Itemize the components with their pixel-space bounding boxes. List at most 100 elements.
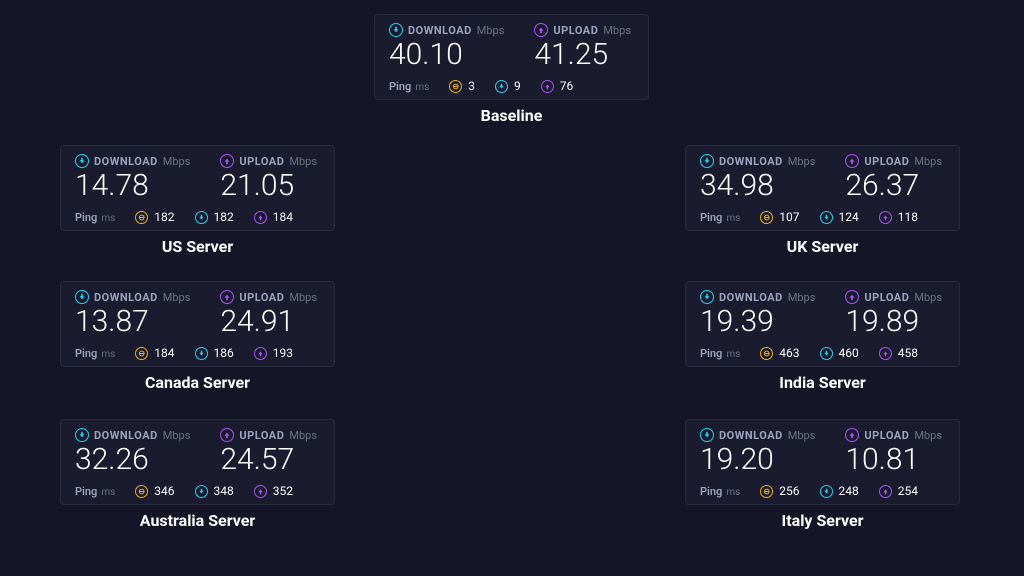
ping-value-3: 184	[273, 210, 293, 224]
ping-item-2: 348	[195, 484, 234, 498]
speed-card-uk: DOWNLOAD Mbps 34.98 UPLOAD Mbps 26.37 Pi…	[685, 145, 960, 231]
ping-value-2: 9	[514, 79, 521, 93]
download-label-text: DOWNLOAD	[719, 155, 783, 168]
ping-item-2: 182	[195, 210, 234, 224]
ping-unit: ms	[726, 213, 740, 224]
upload-label-row: UPLOAD Mbps	[845, 428, 945, 442]
download-ping-icon	[195, 211, 208, 224]
ping-item-3: 184	[254, 210, 293, 224]
upload-ping-icon	[879, 485, 892, 498]
ping-value-3: 458	[898, 346, 918, 360]
upload-label-text: UPLOAD	[864, 291, 909, 304]
upload-metric: UPLOAD Mbps 24.57	[220, 428, 320, 478]
download-label-row: DOWNLOAD Mbps	[389, 23, 504, 37]
metrics-row: DOWNLOAD Mbps 13.87 UPLOAD Mbps 24.91	[75, 290, 320, 340]
ping-value-2: 248	[839, 484, 859, 498]
upload-unit: Mbps	[914, 291, 942, 304]
upload-label-text: UPLOAD	[864, 155, 909, 168]
download-label-text: DOWNLOAD	[94, 429, 158, 442]
ping-item-2: 124	[820, 210, 859, 224]
ping-unit: ms	[726, 349, 740, 360]
ping-value-2: 460	[839, 346, 859, 360]
upload-icon	[220, 290, 234, 304]
ping-item-1: ⊖ 346	[135, 484, 174, 498]
download-ping-icon	[495, 80, 508, 93]
ping-value-2: 182	[214, 210, 234, 224]
ping-row: Ping ms ⊖ 184 186 193	[75, 346, 320, 360]
download-value: 13.87	[75, 304, 190, 340]
download-metric: DOWNLOAD Mbps 13.87	[75, 290, 190, 340]
download-metric: DOWNLOAD Mbps 34.98	[700, 154, 815, 204]
upload-icon	[534, 23, 548, 37]
ping-label: Ping ms	[700, 347, 740, 360]
ping-value-2: 124	[839, 210, 859, 224]
ping-value-3: 76	[560, 79, 574, 93]
download-value: 19.39	[700, 304, 815, 340]
ping-item-3: 458	[879, 346, 918, 360]
upload-unit: Mbps	[603, 24, 631, 37]
upload-ping-icon	[254, 347, 267, 360]
ping-label: Ping ms	[389, 80, 429, 93]
upload-label-row: UPLOAD Mbps	[220, 290, 320, 304]
ping-label-text: Ping	[75, 485, 97, 498]
server-label-canada: Canada Server	[60, 373, 335, 392]
ping-item-1: ⊖ 107	[760, 210, 799, 224]
ping-row: Ping ms ⊖ 256 248 254	[700, 484, 945, 498]
upload-value: 41.25	[534, 37, 634, 73]
latency-icon: ⊖	[449, 80, 462, 93]
upload-label-text: UPLOAD	[239, 155, 284, 168]
server-label-italy: Italy Server	[685, 511, 960, 530]
ping-label-text: Ping	[75, 211, 97, 224]
upload-icon	[220, 428, 234, 442]
upload-icon	[845, 290, 859, 304]
download-metric: DOWNLOAD Mbps 14.78	[75, 154, 190, 204]
upload-unit: Mbps	[289, 291, 317, 304]
upload-label-row: UPLOAD Mbps	[220, 154, 320, 168]
upload-metric: UPLOAD Mbps 21.05	[220, 154, 320, 204]
ping-label-text: Ping	[700, 485, 722, 498]
latency-icon: ⊖	[135, 485, 148, 498]
ping-value-1: 463	[779, 346, 799, 360]
download-icon	[75, 428, 89, 442]
download-label-text: DOWNLOAD	[719, 291, 783, 304]
download-ping-icon	[195, 485, 208, 498]
ping-unit: ms	[415, 82, 429, 93]
ping-row: Ping ms ⊖ 463 460 458	[700, 346, 945, 360]
download-unit: Mbps	[163, 429, 191, 442]
ping-value-1: 182	[154, 210, 174, 224]
server-label-australia: Australia Server	[60, 511, 335, 530]
download-value: 32.26	[75, 442, 190, 478]
download-label-text: DOWNLOAD	[719, 429, 783, 442]
ping-label: Ping ms	[75, 347, 115, 360]
download-unit: Mbps	[788, 429, 816, 442]
download-ping-icon	[820, 485, 833, 498]
upload-label-row: UPLOAD Mbps	[220, 428, 320, 442]
download-unit: Mbps	[163, 291, 191, 304]
ping-row: Ping ms ⊖ 182 182 184	[75, 210, 320, 224]
download-icon	[700, 290, 714, 304]
download-unit: Mbps	[788, 291, 816, 304]
metrics-row: DOWNLOAD Mbps 19.39 UPLOAD Mbps 19.89	[700, 290, 945, 340]
upload-unit: Mbps	[289, 155, 317, 168]
upload-icon	[845, 154, 859, 168]
upload-value: 24.91	[220, 304, 320, 340]
ping-item-3: 76	[541, 79, 574, 93]
latency-icon: ⊖	[135, 347, 148, 360]
ping-unit: ms	[726, 487, 740, 498]
upload-label-row: UPLOAD Mbps	[534, 23, 634, 37]
speed-card-canada: DOWNLOAD Mbps 13.87 UPLOAD Mbps 24.91 Pi…	[60, 281, 335, 367]
download-value: 14.78	[75, 168, 190, 204]
upload-ping-icon	[254, 485, 267, 498]
server-label-india: India Server	[685, 373, 960, 392]
latency-icon: ⊖	[760, 485, 773, 498]
ping-item-2: 248	[820, 484, 859, 498]
ping-row: Ping ms ⊖ 107 124 118	[700, 210, 945, 224]
upload-value: 19.89	[845, 304, 945, 340]
download-metric: DOWNLOAD Mbps 19.20	[700, 428, 815, 478]
upload-label-text: UPLOAD	[553, 24, 598, 37]
ping-value-1: 346	[154, 484, 174, 498]
ping-label: Ping ms	[75, 485, 115, 498]
download-label-text: DOWNLOAD	[94, 291, 158, 304]
upload-metric: UPLOAD Mbps 24.91	[220, 290, 320, 340]
upload-metric: UPLOAD Mbps 41.25	[534, 23, 634, 73]
